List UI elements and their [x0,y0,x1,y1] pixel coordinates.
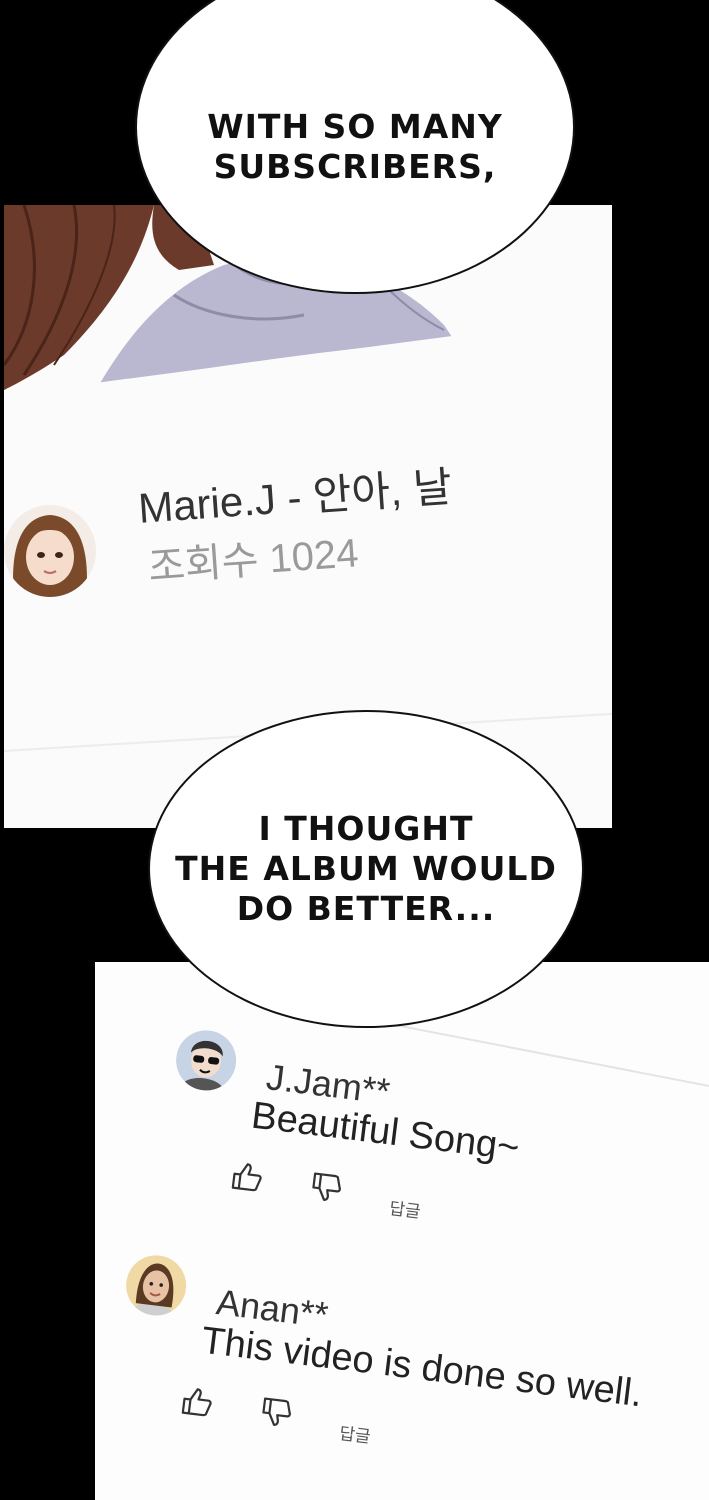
thumbs-down-icon[interactable] [258,1393,296,1431]
marie-avatar[interactable] [4,505,96,597]
comment-actions: 답글 [178,1383,401,1450]
commenter-avatar[interactable] [172,1027,240,1094]
bubble-text: WITH SO MANY SUBSCRIBERS, [207,107,503,186]
divider-line [384,1022,709,1101]
video-title[interactable]: Marie.J - 안아, 날 [136,453,454,536]
thumbs-up-icon[interactable] [178,1383,216,1421]
commenter-avatar[interactable] [122,1252,190,1319]
thumbs-up-icon[interactable] [228,1158,266,1196]
comments-panel: J.Jam** Beautiful Song~ 답글 Anan** This v… [95,962,709,1500]
comment-actions: 답글 [228,1158,451,1225]
thumbs-down-icon[interactable] [308,1168,346,1206]
reply-button[interactable]: 답글 [338,1419,372,1448]
speech-bubble: I THOUGHT THE ALBUM WOULD DO BETTER... [148,710,584,1028]
reply-button[interactable]: 답글 [388,1194,422,1223]
bubble-text: I THOUGHT THE ALBUM WOULD DO BETTER... [175,809,557,928]
